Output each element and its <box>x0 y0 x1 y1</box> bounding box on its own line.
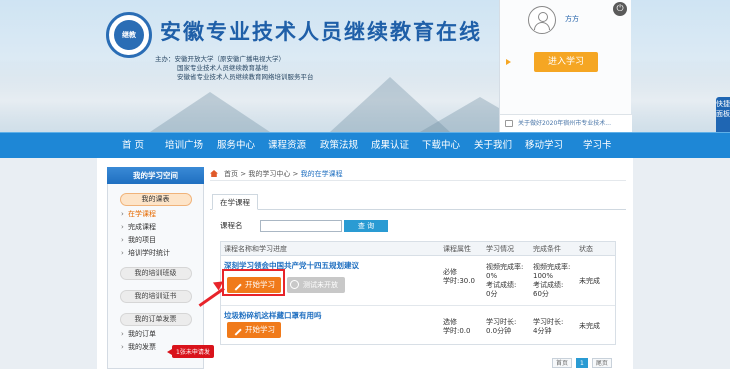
sidebar-item-my-projects[interactable]: 我的项目 <box>108 234 203 247</box>
invoice-alert-badge[interactable]: 1张未申请发 <box>167 345 214 358</box>
logo-emblem: 继教 <box>114 20 144 50</box>
attr-hours: 学时:30.0 <box>443 277 475 285</box>
study-value: 0.0分钟 <box>486 327 512 335</box>
pencil-icon <box>230 324 242 336</box>
cond-value: 60分 <box>533 290 549 298</box>
nav-service-center[interactable]: 服务中心 <box>217 133 255 159</box>
attr-type: 必修 <box>443 268 457 276</box>
course-attr: 必修 学时:30.0 <box>443 268 475 286</box>
tab-bar: 在学课程 <box>210 192 626 210</box>
study-label: 视频完成率: <box>486 263 524 271</box>
site-title: 安徽专业技术人员继续教育在线 <box>160 19 482 44</box>
course-attr: 选修 学时:0.0 <box>443 318 471 336</box>
site-logo[interactable]: 继教 <box>106 12 152 58</box>
course-name-input[interactable] <box>260 220 342 232</box>
th-status: 状态 <box>579 245 593 253</box>
sidebar-group-certificates[interactable]: 我的培训证书 <box>119 290 192 303</box>
breadcrumb: 首页 > 我的学习中心 > 我的在学课程 <box>210 167 626 181</box>
cond-value: 4分钟 <box>533 327 552 335</box>
study-label: 考试成绩: <box>486 281 517 289</box>
cond-label: 视频完成率: <box>533 263 571 271</box>
nav-certification[interactable]: 成果认证 <box>371 133 409 159</box>
pager-first[interactable]: 首页 <box>552 358 573 368</box>
study-status: 学习时长: 0.0分钟 <box>486 318 516 336</box>
cond-value: 100% <box>533 272 554 280</box>
sidebar-group-orders[interactable]: 我的订单发票 <box>119 313 192 326</box>
sidebar-group-classes[interactable]: 我的培训班级 <box>119 267 192 280</box>
exam-icon <box>290 280 299 289</box>
study-status: 视频完成率: 0% 考试成绩: 0分 <box>486 263 523 299</box>
sidebar-item-my-orders[interactable]: 我的订单 <box>108 328 203 341</box>
attr-type: 选修 <box>443 318 457 326</box>
mountain-peak <box>150 92 270 132</box>
cond-label: 学习时长: <box>533 318 564 326</box>
nav-about[interactable]: 关于我们 <box>474 133 512 159</box>
nav-training-square[interactable]: 培训广场 <box>165 133 203 159</box>
completion-condition: 学习时长: 4分钟 <box>533 318 563 336</box>
status-text: 未完成 <box>579 322 600 330</box>
host-info: 主办：安徽开放大学（原安徽广播电视大学） 国家专业技术人员继续教育基地 安徽省专… <box>155 55 314 82</box>
exam-label: 测试未开放 <box>303 281 338 289</box>
study-value: 0% <box>486 272 498 280</box>
sidebar-title: 我的学习空间 <box>107 167 204 184</box>
th-attr: 课程属性 <box>443 245 471 253</box>
breadcrumb-current: 我的在学课程 <box>300 170 343 178</box>
attr-hours: 学时:0.0 <box>443 327 471 335</box>
nav-study-card[interactable]: 学习卡 <box>583 133 612 159</box>
table-header: 课程名称和学习进度 课程属性 学习情况 完成条件 状态 <box>221 242 615 256</box>
enter-study-button[interactable]: 进入学习 <box>534 52 598 72</box>
completion-condition: 视频完成率: 100% 考试成绩: 60分 <box>533 263 570 299</box>
sidebar: 我的学习空间 我的课表 在学课程 完成课程 我的项目 培训学时统计 我的培训班级… <box>107 167 204 369</box>
pagination: 首页 1 尾页 <box>552 358 616 369</box>
search-button[interactable]: 查 询 <box>344 220 388 232</box>
th-course: 课程名称和学习进度 <box>224 245 287 253</box>
sidebar-group-schedule[interactable]: 我的课表 <box>119 193 192 206</box>
host-line: 国家专业技术人员继续教育基地 <box>177 64 268 72</box>
study-value: 0分 <box>486 290 498 298</box>
table-row: 垃圾粉碎机这样藏口罩有用吗 开始学习 选修 学时:0.0 学习时长: 0.0分钟… <box>221 306 615 344</box>
username[interactable]: 方方 <box>565 14 579 24</box>
tab-current-courses[interactable]: 在学课程 <box>212 194 258 210</box>
main-nav: 首 页 培训广场 服务中心 课程资源 政策法规 成果认证 下载中心 关于我们 移… <box>0 132 730 158</box>
user-panel: 方方 ⏻ 进入学习 关于做好2020年宿州市专业技术... <box>499 0 632 132</box>
nav-downloads[interactable]: 下载中心 <box>422 133 460 159</box>
pager-current[interactable]: 1 <box>576 358 588 368</box>
search-label: 课程名 <box>220 221 243 230</box>
sidebar-item-completed-courses[interactable]: 完成课程 <box>108 221 203 234</box>
sidebar-body: 我的课表 在学课程 完成课程 我的项目 培训学时统计 我的培训班级 我的培训证书… <box>107 184 204 369</box>
host-line: 主办：安徽开放大学（原安徽广播电视大学） <box>155 55 285 63</box>
nav-policy[interactable]: 政策法规 <box>320 133 358 159</box>
nav-mobile[interactable]: 移动学习 <box>525 133 563 159</box>
breadcrumb-center[interactable]: 我的学习中心 <box>248 170 290 178</box>
notice-ticker[interactable]: 关于做好2020年宿州市专业技术... <box>500 114 632 132</box>
avatar[interactable] <box>528 6 556 34</box>
breadcrumb-sep: > <box>290 170 301 178</box>
nav-course-resources[interactable]: 课程资源 <box>268 133 306 159</box>
pointer-icon <box>506 59 511 65</box>
exam-button: 测试未开放 <box>287 277 345 293</box>
pager-last[interactable]: 尾页 <box>591 358 612 368</box>
sidebar-item-current-courses[interactable]: 在学课程 <box>108 208 203 221</box>
breadcrumb-sep: > <box>238 170 249 178</box>
search-button-label: 查 询 <box>357 222 375 230</box>
main-panel: 首页 > 我的学习中心 > 我的在学课程 在学课程 课程名 查 询 课程名称和学… <box>210 167 626 369</box>
cond-label: 考试成绩: <box>533 281 564 289</box>
start-study-label: 开始学习 <box>245 325 275 334</box>
start-study-button[interactable]: 开始学习 <box>227 322 281 338</box>
th-study: 学习情况 <box>486 245 514 253</box>
site-header: 继教 安徽专业技术人员继续教育在线 主办：安徽开放大学（原安徽广播电视大学） 国… <box>0 0 730 132</box>
course-title-link[interactable]: 垃圾粉碎机这样藏口罩有用吗 <box>224 310 322 321</box>
highlight-box <box>222 269 285 296</box>
notice-icon <box>505 120 513 127</box>
logout-power-icon[interactable]: ⏻ <box>613 2 627 16</box>
study-label: 学习时长: <box>486 318 517 326</box>
nav-home[interactable]: 首 页 <box>122 133 144 159</box>
th-cond: 完成条件 <box>533 245 561 253</box>
notice-text[interactable]: 关于做好2020年宿州市专业技术... <box>518 120 611 127</box>
breadcrumb-home[interactable]: 首页 <box>224 170 238 178</box>
host-line: 安徽省专业技术人员继续教育网络培训服务平台 <box>177 73 314 81</box>
home-icon <box>210 170 218 177</box>
sidebar-item-hours-stats[interactable]: 培训学时统计 <box>108 247 203 260</box>
status-text: 未完成 <box>579 277 600 285</box>
